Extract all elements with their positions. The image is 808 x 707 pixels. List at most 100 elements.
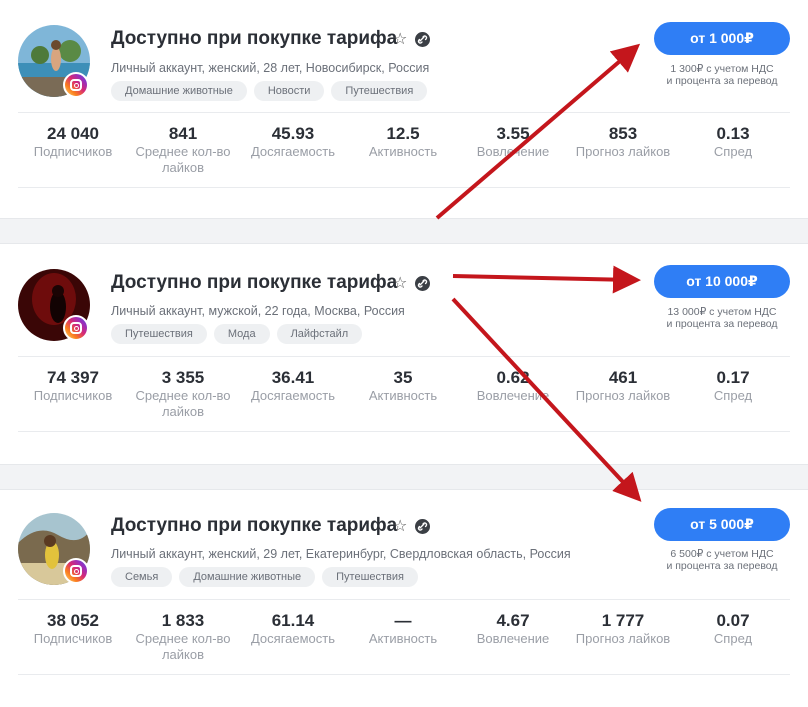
- stat-value: 61.14: [271, 611, 315, 630]
- stat-activity: — Активность: [348, 611, 458, 647]
- stat-value: 45.93: [271, 124, 315, 143]
- stat-value: 3.55: [496, 124, 530, 143]
- stat-value: 12.5: [386, 124, 420, 143]
- divider: [18, 599, 790, 600]
- stat-label: Досягаемость: [250, 631, 336, 646]
- card-separator: [0, 218, 808, 244]
- stat-label: Активность: [368, 631, 438, 646]
- stat-engagement: 4.67 Вовлечение: [458, 611, 568, 647]
- price-note: 1 300₽ с учетом НДС и процента за перево…: [647, 63, 797, 87]
- stat-value: 36.41: [271, 368, 315, 387]
- tag[interactable]: Мода: [213, 324, 270, 344]
- stat-reach: 36.41 Досягаемость: [238, 368, 348, 404]
- stat-value: 0.13: [716, 124, 750, 143]
- link-icon[interactable]: [415, 519, 430, 534]
- price-note-fee: и процента за перевод: [666, 75, 778, 87]
- stat-label: Подписчиков: [33, 144, 113, 159]
- card-title: Доступно при покупке тарифа: [111, 272, 398, 293]
- account-info: Личный аккаунт, женский, 28 лет, Новосиб…: [111, 61, 430, 75]
- star-icon[interactable]: ☆: [393, 516, 407, 536]
- tag[interactable]: Домашние животные: [111, 81, 247, 101]
- stat-label: Досягаемость: [250, 144, 336, 159]
- stat-value: 0.62: [496, 368, 530, 387]
- stat-value: 0.07: [716, 611, 750, 630]
- price-button[interactable]: от 10 000₽: [654, 265, 790, 298]
- divider: [18, 356, 790, 357]
- account-card-2: Доступно при покупке тарифа ☆ Личный акк…: [0, 244, 808, 464]
- tag[interactable]: Путешествия: [331, 81, 428, 101]
- instagram-icon: [63, 315, 89, 341]
- card-title: Доступно при покупке тарифа: [111, 515, 398, 536]
- stat-value: 853: [608, 124, 638, 143]
- stat-value: 35: [393, 368, 413, 387]
- stat-avg-likes: 1 833 Среднее кол-во лайков: [128, 611, 238, 663]
- stat-label: Вовлечение: [476, 388, 550, 403]
- stat-label: Спред: [713, 388, 753, 403]
- stat-reach: 61.14 Досягаемость: [238, 611, 348, 647]
- account-card-3: Доступно при покупке тарифа ☆ Личный акк…: [0, 490, 808, 707]
- stat-label: Спред: [713, 144, 753, 159]
- link-icon[interactable]: [415, 276, 430, 291]
- stat-spread: 0.13 Спред: [678, 124, 788, 160]
- divider: [18, 187, 790, 188]
- stat-label: Прогноз лайков: [575, 144, 671, 159]
- price-note-fee: и процента за перевод: [666, 560, 778, 572]
- stat-likes-forecast: 853 Прогноз лайков: [568, 124, 678, 160]
- instagram-icon: [63, 72, 89, 98]
- stat-avg-likes: 841 Среднее кол-во лайков: [128, 124, 238, 176]
- stat-label: Спред: [713, 631, 753, 646]
- price-note-fee: и процента за перевод: [666, 318, 778, 330]
- stat-label: Активность: [368, 144, 438, 159]
- stat-value: 4.67: [496, 611, 530, 630]
- stat-engagement: 0.62 Вовлечение: [458, 368, 568, 404]
- stat-followers: 74 397 Подписчиков: [18, 368, 128, 404]
- stat-label: Досягаемость: [250, 388, 336, 403]
- tag[interactable]: Новости: [253, 81, 325, 101]
- price-note-vat: 1 300₽ с учетом НДС: [670, 63, 774, 75]
- price-note-vat: 13 000₽ с учетом НДС: [667, 306, 777, 318]
- tag[interactable]: Домашние животные: [179, 567, 316, 587]
- price-button[interactable]: от 5 000₽: [654, 508, 790, 541]
- stat-value: 0.17: [716, 368, 750, 387]
- price-note: 13 000₽ с учетом НДС и процента за перев…: [647, 306, 797, 330]
- stat-reach: 45.93 Досягаемость: [238, 124, 348, 160]
- tag[interactable]: Семья: [111, 567, 173, 587]
- stats-row: 74 397 Подписчиков 3 355 Среднее кол-во ла…: [18, 368, 790, 428]
- tag-list: Семья Домашние животные Путешествия: [111, 567, 419, 587]
- account-card-1: Доступно при покупке тарифа ☆ Личный акк…: [0, 0, 808, 218]
- stat-label: Среднее кол-во лайков: [135, 631, 231, 662]
- link-icon[interactable]: [415, 32, 430, 47]
- stat-label: Вовлечение: [476, 631, 550, 646]
- stat-value: 841: [168, 124, 198, 143]
- card-title: Доступно при покупке тарифа: [111, 28, 398, 49]
- stat-spread: 0.07 Спред: [678, 611, 788, 647]
- tag[interactable]: Путешествия: [111, 324, 207, 344]
- stat-label: Подписчиков: [33, 631, 113, 646]
- stat-avg-likes: 3 355 Среднее кол-во лайков: [128, 368, 238, 420]
- tag[interactable]: Лайфстайл: [276, 324, 363, 344]
- account-info: Личный аккаунт, женский, 29 лет, Екатери…: [111, 547, 571, 561]
- stat-likes-forecast: 461 Прогноз лайков: [568, 368, 678, 404]
- stat-label: Среднее кол-во лайков: [135, 388, 231, 419]
- price-button[interactable]: от 1 000₽: [654, 22, 790, 55]
- stat-value: 38 052: [47, 611, 99, 630]
- star-icon[interactable]: ☆: [393, 29, 407, 49]
- account-info: Личный аккаунт, мужской, 22 года, Москва…: [111, 304, 405, 318]
- stat-followers: 24 040 Подписчиков: [18, 124, 128, 160]
- stat-value: 74 397: [47, 368, 99, 387]
- stat-activity: 35 Активность: [348, 368, 458, 404]
- stat-label: Активность: [368, 388, 438, 403]
- tag[interactable]: Путешествия: [322, 567, 419, 587]
- stat-activity: 12.5 Активность: [348, 124, 458, 160]
- divider: [18, 431, 790, 432]
- tag-list: Путешествия Мода Лайфстайл: [111, 324, 363, 344]
- star-icon[interactable]: ☆: [393, 273, 407, 293]
- stat-value: 24 040: [47, 124, 99, 143]
- instagram-icon: [63, 558, 89, 584]
- stat-label: Прогноз лайков: [575, 388, 671, 403]
- stat-label: Среднее кол-во лайков: [135, 144, 231, 175]
- stat-label: Подписчиков: [33, 388, 113, 403]
- divider: [18, 112, 790, 113]
- stat-followers: 38 052 Подписчиков: [18, 611, 128, 647]
- stat-value: —: [394, 611, 412, 630]
